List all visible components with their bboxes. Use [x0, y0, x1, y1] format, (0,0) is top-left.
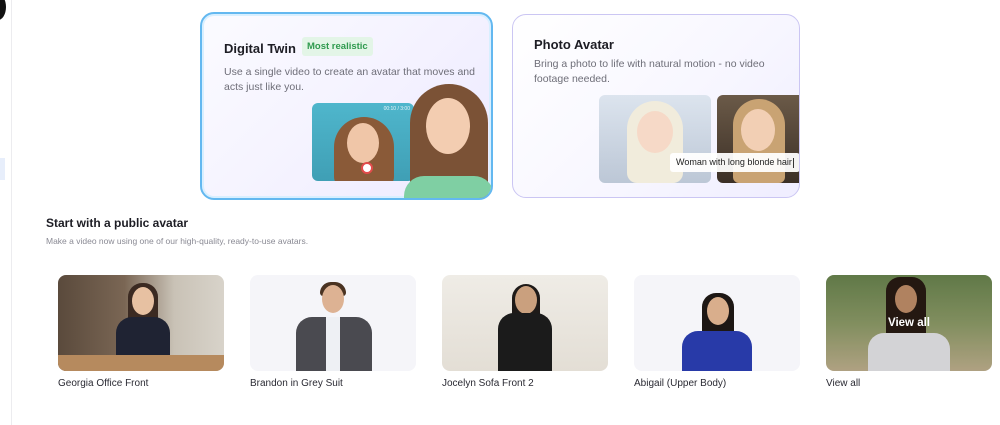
avatar-tile-jocelyn[interactable]: [442, 275, 608, 371]
digital-twin-recording-preview: 00:10 / 3:00: [312, 103, 414, 181]
sidebar-active-marker: [0, 158, 5, 180]
avatar-label-jocelyn[interactable]: Jocelyn Sofa Front 2: [442, 378, 534, 389]
avatar-shirt: [404, 176, 491, 198]
preview-person-face: [347, 123, 379, 163]
avatar-dot-icon[interactable]: [0, 0, 6, 20]
person-head: [322, 285, 344, 313]
person-shirt: [326, 317, 340, 371]
public-avatar-section-subtitle: Make a video now using one of our high-q…: [46, 236, 309, 246]
desk: [58, 355, 224, 371]
most-realistic-badge: Most realistic: [302, 37, 373, 56]
avatar-label-abigail[interactable]: Abigail (Upper Body): [634, 378, 726, 389]
view-all-tile[interactable]: View all: [826, 275, 992, 371]
avatar-tile-abigail[interactable]: [634, 275, 800, 371]
avatar-face: [426, 98, 470, 154]
person-head: [707, 297, 729, 325]
avatar-tile-brandon[interactable]: [250, 275, 416, 371]
photo-prompt-text: Woman with long blonde hair: [676, 157, 792, 167]
person-head: [515, 286, 537, 314]
digital-twin-title: Digital Twin: [224, 41, 296, 56]
photo-avatar-description: Bring a photo to life with natural motio…: [534, 58, 765, 85]
sample-face: [741, 109, 775, 151]
public-avatar-section-title: Start with a public avatar: [46, 216, 189, 230]
person-body: [682, 331, 752, 371]
digital-twin-avatar-image: [404, 84, 491, 198]
view-all-label[interactable]: View all: [826, 378, 860, 389]
text-cursor: [792, 157, 794, 168]
digital-twin-card[interactable]: Digital Twin Most realistic Use a single…: [200, 12, 493, 200]
photo-avatar-card[interactable]: Photo Avatar Bring a photo to life with …: [512, 14, 800, 198]
person-body: [498, 313, 552, 371]
photo-prompt-caption: Woman with long blonde hair: [670, 153, 799, 172]
avatar-label-brandon[interactable]: Brandon in Grey Suit: [250, 378, 343, 389]
avatar-label-georgia[interactable]: Georgia Office Front: [58, 378, 148, 389]
avatar-tile-georgia[interactable]: [58, 275, 224, 371]
record-icon: [361, 162, 373, 174]
photo-avatar-title: Photo Avatar: [534, 37, 614, 52]
left-sidebar-rail: [0, 0, 12, 425]
sample-face: [637, 111, 673, 153]
view-all-overlay-text: View all: [826, 275, 992, 371]
person-head: [132, 287, 154, 315]
